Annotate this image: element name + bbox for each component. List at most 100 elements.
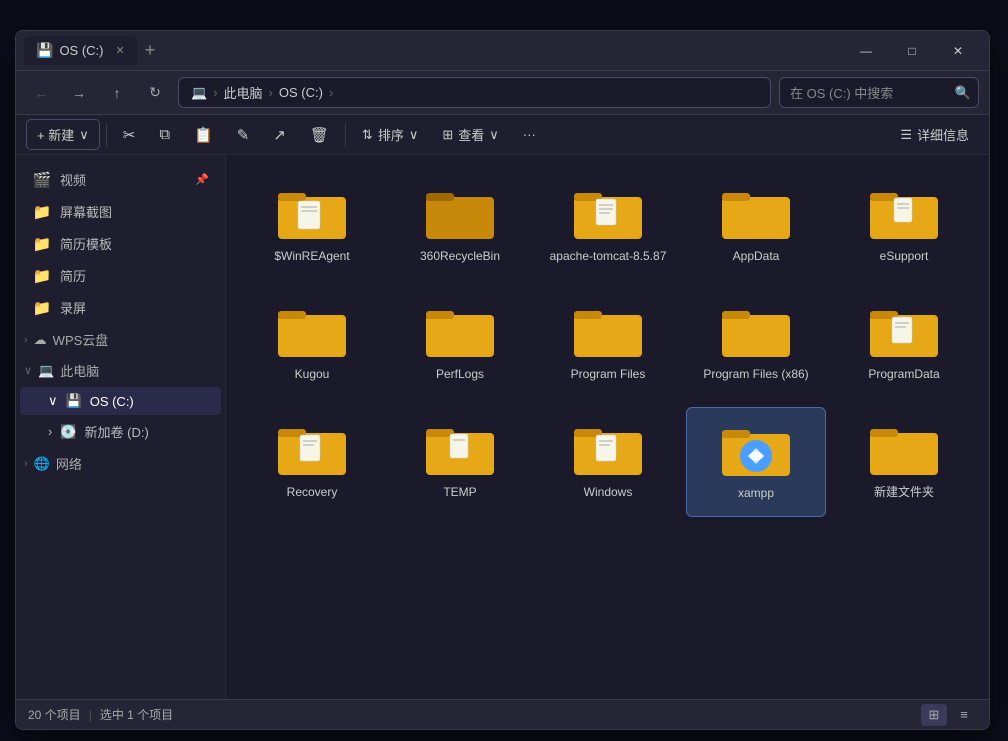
- view-grid-icon: ⊞: [442, 127, 453, 143]
- cut-icon: ✂: [123, 126, 136, 144]
- file-item-temp[interactable]: TEMP: [390, 407, 530, 517]
- file-item-windows[interactable]: Windows: [538, 407, 678, 517]
- file-label-program-files: Program Files: [571, 367, 646, 383]
- cut-button[interactable]: ✂: [113, 121, 146, 149]
- sidebar-item-videos[interactable]: 🎬 视频 📌: [20, 164, 221, 195]
- sidebar-item-new-d[interactable]: › 💽 新加卷 (D:): [20, 416, 221, 447]
- file-item-program-files[interactable]: Program Files: [538, 289, 678, 399]
- file-label-apache-tomcat: apache-tomcat-8.5.87: [550, 249, 667, 265]
- list-view-button[interactable]: ≡: [951, 704, 977, 726]
- minimize-button[interactable]: —: [843, 35, 889, 67]
- sidebar-item-resume-label: 简历: [60, 266, 86, 285]
- path-drive[interactable]: OS (C:): [279, 85, 323, 100]
- copy-icon: ⧉: [159, 126, 170, 143]
- detail-info-button[interactable]: ☰ 详细信息: [890, 120, 979, 149]
- detail-icon: ☰: [900, 127, 912, 143]
- folder-icon-temp: [424, 419, 496, 479]
- file-label-windows: Windows: [584, 485, 633, 501]
- file-label-esupport: eSupport: [880, 249, 929, 265]
- status-selected: 选中 1 个项目: [100, 706, 173, 723]
- sidebar-item-os-c[interactable]: ∨ 💾 OS (C:): [20, 387, 221, 415]
- view-button[interactable]: ⊞ 查看 ∨: [432, 120, 508, 149]
- forward-button[interactable]: →: [64, 78, 94, 108]
- sidebar-group-network[interactable]: › 🌐 网络: [16, 448, 225, 479]
- search-box[interactable]: 在 OS (C:) 中搜索: [779, 77, 979, 108]
- sidebar-group-wps-label: WPS云盘: [53, 330, 109, 349]
- close-button[interactable]: ✕: [935, 35, 981, 67]
- more-button[interactable]: ···: [513, 122, 546, 147]
- toolbar: + 新建 ∨ ✂ ⧉ 📋 ✎ ↗ 🗑 ⇅ 排序 ∨ ⊞ 查看: [16, 115, 989, 155]
- file-item-programdata[interactable]: ProgramData: [834, 289, 974, 399]
- folder-icon-recovery: [276, 419, 348, 479]
- file-label-kugou: Kugou: [295, 367, 330, 383]
- file-item-program-files-x86[interactable]: Program Files (x86): [686, 289, 826, 399]
- status-bar: 20 个项目 | 选中 1 个项目 ⊞ ≡: [16, 699, 989, 729]
- file-item-apache-tomcat[interactable]: apache-tomcat-8.5.87: [538, 171, 678, 281]
- folder-icon-winreagent: [276, 183, 348, 243]
- d-drive-icon: 💽: [60, 424, 76, 440]
- file-item-xampp[interactable]: xampp: [686, 407, 826, 517]
- paste-button[interactable]: 📋: [184, 121, 223, 149]
- sort-button[interactable]: ⇅ 排序 ∨: [352, 120, 428, 149]
- file-item-360recyclebin[interactable]: 360RecycleBin: [390, 171, 530, 281]
- refresh-button[interactable]: ↻: [140, 78, 170, 108]
- up-button[interactable]: ↑: [102, 78, 132, 108]
- new-tab-button[interactable]: +: [145, 40, 156, 61]
- expand-arrow-my-computer-icon: ∨: [24, 364, 32, 377]
- copy-button[interactable]: ⧉: [149, 121, 180, 148]
- window-controls: — □ ✕: [843, 35, 981, 67]
- file-label-360recyclebin: 360RecycleBin: [420, 249, 500, 265]
- expand-arrow-icon: ›: [24, 334, 28, 346]
- sidebar-item-resume[interactable]: 📁 简历: [20, 260, 221, 291]
- back-button[interactable]: ←: [26, 78, 56, 108]
- folder-icon-windows: [572, 419, 644, 479]
- sidebar-group-my-computer[interactable]: ∨ 💻 此电脑: [16, 355, 225, 386]
- address-bar[interactable]: 💻 › 此电脑 › OS (C:) ›: [178, 77, 771, 108]
- toolbar-separator-1: [106, 123, 107, 147]
- toolbar-separator-2: [345, 123, 346, 147]
- file-item-kugou[interactable]: Kugou: [242, 289, 382, 399]
- file-item-perflogs[interactable]: PerfLogs: [390, 289, 530, 399]
- sidebar-item-new-d-label: 新加卷 (D:): [85, 422, 149, 441]
- file-item-appdata[interactable]: AppData: [686, 171, 826, 281]
- file-item-recovery[interactable]: Recovery: [242, 407, 382, 517]
- main-content: 🎬 视频 📌 📁 屏幕截图 📁 简历模板 📁 简历 📁 录屏: [16, 155, 989, 699]
- view-chevron-icon: ∨: [489, 127, 499, 143]
- wps-cloud-icon: ☁: [34, 332, 47, 348]
- grid-view-button[interactable]: ⊞: [921, 704, 947, 726]
- folder-icon-program-files-x86: [720, 301, 792, 361]
- sidebar-item-resume-templates[interactable]: 📁 简历模板: [20, 228, 221, 259]
- view-label: 查看: [458, 125, 484, 144]
- tab-close-button[interactable]: ✕: [116, 44, 125, 57]
- folder-icon-perflogs: [424, 301, 496, 361]
- address-area: ← → ↑ ↻ 💻 › 此电脑 › OS (C:) › 在 OS (C:) 中搜…: [16, 71, 989, 115]
- resume-templates-icon: 📁: [32, 235, 52, 253]
- view-toggle-buttons: ⊞ ≡: [921, 704, 977, 726]
- file-item-winreagent[interactable]: $WinREAgent: [242, 171, 382, 281]
- file-label-recovery: Recovery: [287, 485, 338, 501]
- tab-title: OS (C:): [59, 43, 103, 58]
- new-button[interactable]: + 新建 ∨: [26, 119, 100, 150]
- computer-group-icon: 💻: [38, 363, 54, 379]
- file-item-esupport[interactable]: eSupport: [834, 171, 974, 281]
- pin-icon: 📌: [195, 173, 209, 186]
- delete-button[interactable]: 🗑: [300, 121, 339, 149]
- more-icon: ···: [523, 127, 536, 142]
- sidebar-item-recordings[interactable]: 📁 录屏: [20, 292, 221, 323]
- path-my-computer[interactable]: 此电脑: [224, 83, 263, 102]
- sidebar-group-wps[interactable]: › ☁ WPS云盘: [16, 324, 225, 355]
- file-area: $WinREAgent 360RecycleBin: [226, 155, 989, 699]
- active-tab[interactable]: 💾 OS (C:) ✕: [24, 36, 137, 65]
- maximize-button[interactable]: □: [889, 35, 935, 67]
- videos-icon: 🎬: [32, 171, 52, 189]
- folder-icon-program-files: [572, 301, 644, 361]
- file-item-new-folder[interactable]: 新建文件夹: [834, 407, 974, 517]
- share-button[interactable]: ↗: [263, 121, 296, 149]
- sidebar-item-screenshots[interactable]: 📁 屏幕截图: [20, 196, 221, 227]
- search-wrapper: 在 OS (C:) 中搜索 🔍: [779, 77, 979, 108]
- sidebar-group-my-computer-label: 此电脑: [60, 361, 99, 380]
- sort-label: 排序: [378, 125, 404, 144]
- new-chevron-icon: ∨: [79, 127, 89, 143]
- rename-button[interactable]: ✎: [227, 121, 260, 149]
- paste-icon: 📋: [194, 126, 213, 144]
